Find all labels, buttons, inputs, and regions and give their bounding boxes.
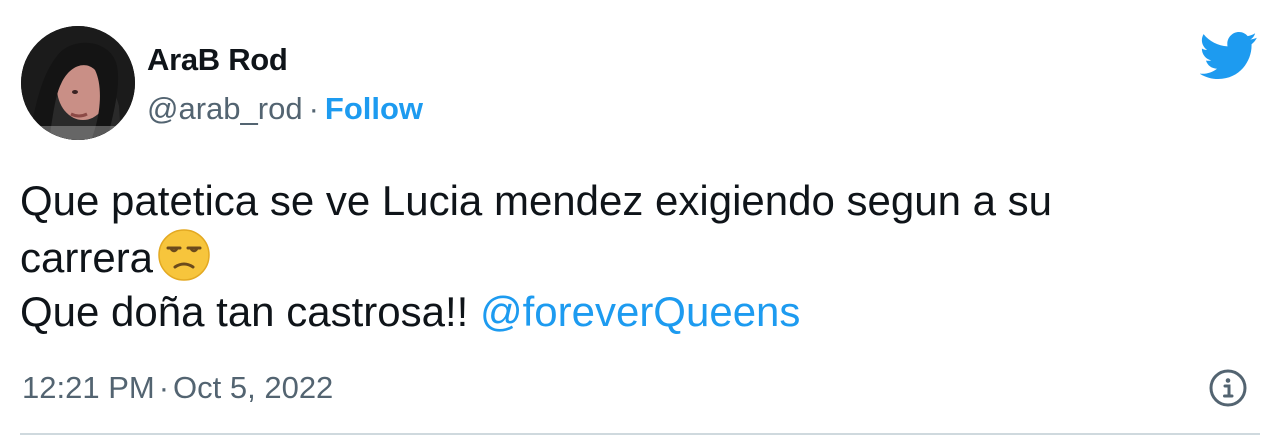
tweet-timestamp[interactable]: 12:21 PM · Oct 5, 2022 xyxy=(22,368,333,408)
divider xyxy=(20,433,1260,435)
tweet-text: Que patetica se ve Lucia mendez exigiend… xyxy=(20,174,1240,339)
tweet-text-line-3-text: Que doña tan castrosa!! xyxy=(20,288,469,335)
tweet-date: Oct 5, 2022 xyxy=(173,370,334,405)
author-handle-row: @arab_rod · Follow xyxy=(147,89,423,129)
timestamp-separator: · xyxy=(158,370,170,405)
tweet-text-line-3: Que doña tan castrosa!! @foreverQueens xyxy=(20,285,1240,339)
unamused-face-emoji-icon xyxy=(157,228,211,282)
info-icon[interactable] xyxy=(1208,368,1248,408)
author-handle[interactable]: @arab_rod xyxy=(147,91,303,126)
follow-button[interactable]: Follow xyxy=(325,91,423,126)
avatar[interactable] xyxy=(21,26,135,140)
tweet-text-line-1: Que patetica se ve Lucia mendez exigiend… xyxy=(20,177,1053,224)
tweet-card: AraB Rod @arab_rod · Follow Que patetica s… xyxy=(0,0,1280,438)
twitter-bird-icon[interactable] xyxy=(1199,32,1258,80)
author-display-name[interactable]: AraB Rod xyxy=(147,40,288,80)
handle-separator: · xyxy=(308,91,319,126)
mention-link[interactable]: @foreverQueens xyxy=(480,288,800,335)
tweet-time: 12:21 PM xyxy=(22,370,155,405)
tweet-text-line-2-text: carrera xyxy=(20,234,154,281)
tweet-text-line-2: carrera xyxy=(20,228,1240,285)
